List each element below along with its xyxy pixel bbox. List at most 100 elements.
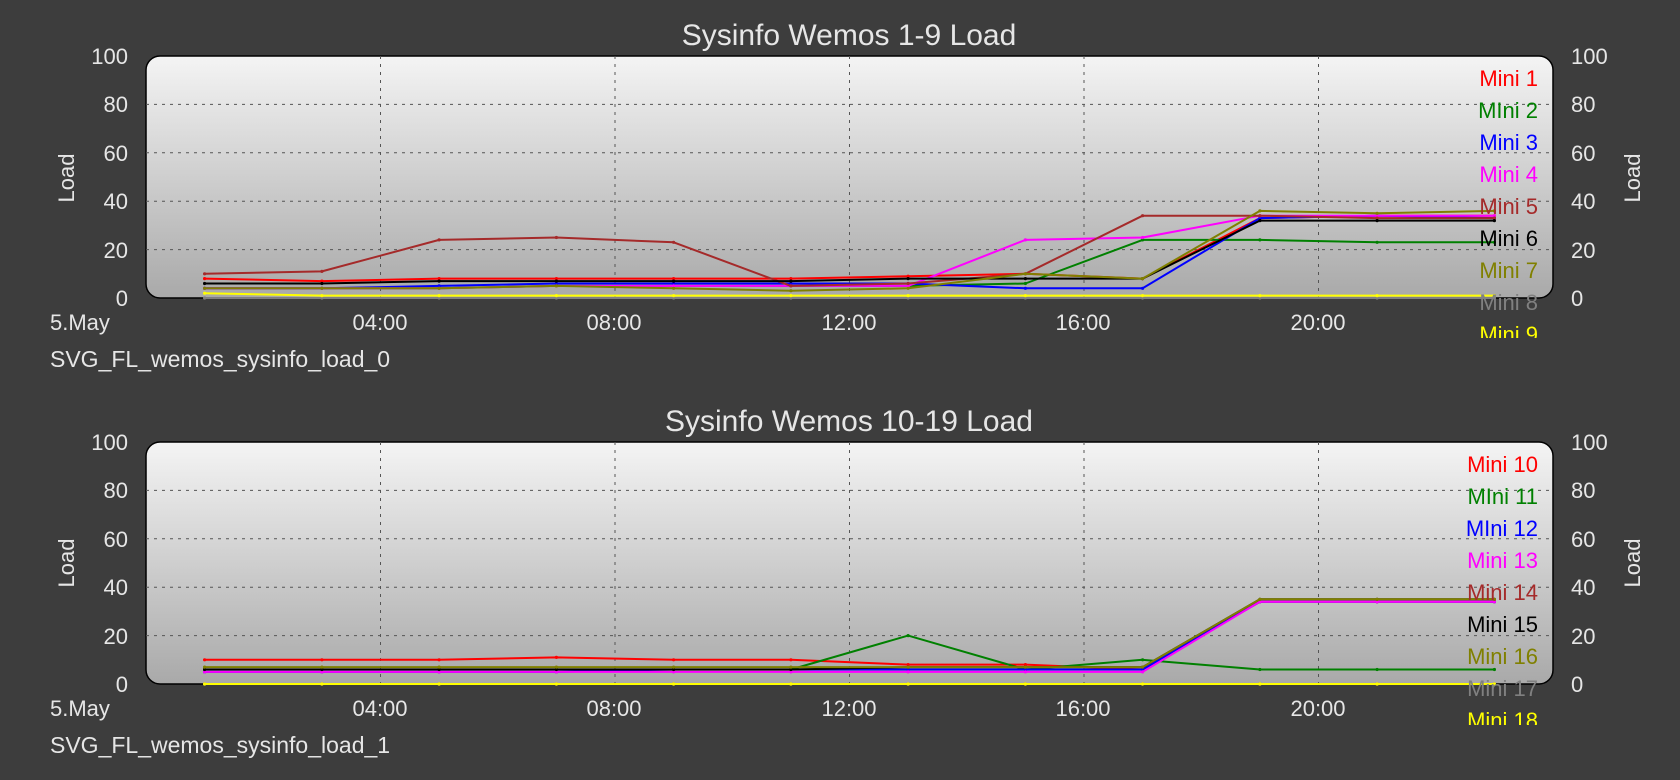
data-point: [1023, 238, 1027, 242]
y-tick-label: 60: [1571, 527, 1595, 552]
x-tick-label: 12:00: [821, 696, 876, 721]
x-tick-label: 20:00: [1290, 310, 1345, 335]
x-tick-label: 08:00: [586, 310, 641, 335]
data-point: [1258, 209, 1262, 213]
data-point: [320, 665, 324, 669]
y-tick-label: 40: [104, 575, 128, 600]
data-point: [320, 682, 324, 686]
y-tick-label: 40: [1571, 189, 1595, 214]
data-point: [1023, 665, 1027, 669]
y-tick-label: 100: [91, 44, 128, 69]
data-point: [320, 286, 324, 290]
data-point: [203, 291, 207, 295]
data-point: [906, 634, 910, 638]
legend-item[interactable]: Mini 6: [1479, 226, 1538, 251]
data-point: [1141, 235, 1145, 240]
data-point: [1141, 682, 1145, 686]
legend-item[interactable]: Mini 3: [1479, 130, 1538, 155]
data-point: [906, 665, 910, 669]
data-point: [554, 655, 559, 660]
data-point: [554, 294, 559, 298]
legend-item[interactable]: Mini 10: [1467, 452, 1538, 477]
y-axis-label-left: Load: [54, 539, 79, 588]
legend-item[interactable]: Mini 8: [1479, 290, 1538, 315]
legend-item[interactable]: Mini 16: [1467, 644, 1538, 669]
chart-load-0: Sysinfo Wemos 1-9 Load 0 20 40 60 80 100…: [50, 19, 1645, 372]
data-point: [1258, 682, 1262, 686]
legend-item[interactable]: MIni 11: [1467, 484, 1538, 509]
data-point: [203, 296, 207, 300]
data-point: [1023, 670, 1027, 674]
data-point: [789, 658, 793, 662]
chart-title: Sysinfo Wemos 1-9 Load: [682, 19, 1017, 52]
data-point: [1258, 214, 1262, 218]
y-tick-label: 0: [116, 286, 128, 311]
x-tick-label: 04:00: [352, 696, 407, 721]
legend-item[interactable]: Mini 7: [1479, 258, 1538, 283]
data-point: [1023, 286, 1027, 290]
data-point: [554, 279, 559, 283]
data-point: [1375, 682, 1379, 686]
legend-item[interactable]: Mini 13: [1467, 548, 1538, 573]
y-axis-right: 0 20 40 60 80 100: [1571, 44, 1608, 311]
data-point: [1141, 670, 1145, 674]
y-tick-label: 20: [104, 238, 128, 263]
chart-title: Sysinfo Wemos 10-19 Load: [665, 405, 1033, 438]
x-tick-label: 16:00: [1055, 310, 1110, 335]
x-tick-label: 5.May: [50, 696, 110, 721]
legend-item[interactable]: Mini 14: [1467, 580, 1538, 605]
data-point: [437, 286, 441, 290]
x-tick-label: 20:00: [1290, 696, 1345, 721]
data-point: [906, 286, 910, 290]
data-point: [906, 670, 910, 674]
y-tick-label: 100: [1571, 44, 1608, 69]
y-tick-label: 40: [104, 189, 128, 214]
data-point: [789, 284, 793, 288]
legend-item[interactable]: Mini 17: [1467, 676, 1538, 701]
y-tick-label: 100: [1571, 430, 1608, 455]
data-point: [672, 658, 676, 662]
data-point: [1023, 682, 1027, 686]
y-tick-label: 20: [1571, 624, 1595, 649]
legend-item[interactable]: MIni 2: [1478, 98, 1538, 123]
y-tick-label: 0: [1571, 286, 1583, 311]
data-point: [1258, 219, 1262, 223]
y-axis-label-left: Load: [54, 154, 79, 203]
y-tick-label: 80: [1571, 478, 1595, 503]
y-tick-label: 0: [1571, 672, 1583, 697]
y-tick-label: 60: [104, 527, 128, 552]
data-point: [203, 281, 207, 286]
data-point: [203, 286, 207, 290]
data-point: [1023, 277, 1027, 281]
legend-item[interactable]: Mini 5: [1479, 194, 1538, 219]
data-point: [672, 682, 676, 686]
data-point: [554, 284, 559, 288]
data-point: [320, 281, 324, 286]
y-tick-label: 0: [116, 672, 128, 697]
data-point: [554, 682, 559, 686]
data-point: [1141, 658, 1145, 662]
data-point: [554, 665, 559, 669]
legend-item[interactable]: Mini 9: [1479, 322, 1538, 347]
data-point: [672, 286, 676, 290]
data-point: [1141, 277, 1145, 281]
y-axis-label-right: Load: [1620, 154, 1645, 203]
charts-canvas: Sysinfo Wemos 1-9 Load 0 20 40 60 80 100…: [50, 19, 1645, 758]
x-tick-label: 04:00: [352, 310, 407, 335]
y-tick-label: 60: [1571, 141, 1595, 166]
data-point: [789, 294, 793, 298]
legend-item[interactable]: Mini 18: [1467, 708, 1538, 733]
data-point: [906, 281, 910, 286]
data-point: [789, 665, 793, 669]
data-point: [672, 665, 676, 669]
legend-item[interactable]: Mini 15: [1467, 612, 1538, 637]
data-point: [203, 682, 207, 686]
data-point: [1258, 294, 1262, 298]
data-point: [1023, 281, 1027, 286]
legend-item[interactable]: Mini 1: [1479, 66, 1538, 91]
legend-item[interactable]: Mini 4: [1479, 162, 1538, 187]
x-tick-label: 08:00: [586, 696, 641, 721]
data-point: [437, 682, 441, 686]
data-point: [672, 294, 676, 298]
legend-item[interactable]: MIni 12: [1466, 516, 1538, 541]
